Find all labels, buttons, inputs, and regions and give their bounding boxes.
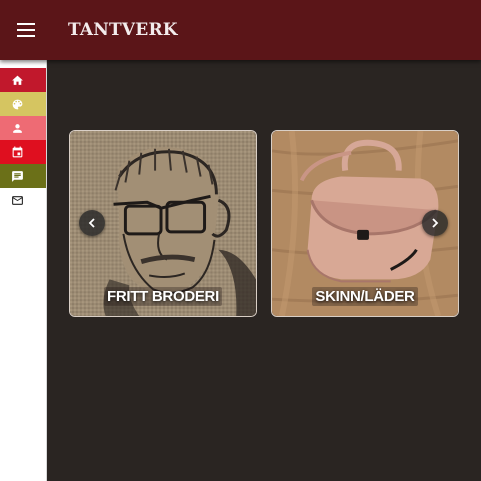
- mail-icon: [12, 195, 23, 205]
- app-bar: TANTVERK: [0, 0, 481, 60]
- palette-icon: [12, 99, 23, 109]
- carousel-prev-button[interactable]: [79, 210, 105, 236]
- nav-calendar[interactable]: [0, 140, 46, 164]
- app-title[interactable]: TANTVERK: [68, 20, 178, 40]
- chat-icon: [12, 170, 23, 182]
- hamburger-menu-icon: [17, 23, 35, 37]
- carousel-next-button[interactable]: [422, 210, 448, 236]
- card-label: FRITT BRODERI: [104, 287, 222, 306]
- nav-home[interactable]: [0, 68, 46, 92]
- nav-mail[interactable]: [0, 188, 46, 212]
- home-icon: [12, 75, 23, 85]
- card-label-wrap: SKINN/LÄDER: [272, 287, 458, 306]
- person-icon: [13, 123, 22, 133]
- chevron-right-icon: [432, 218, 439, 228]
- navigation-rail: [0, 60, 47, 481]
- nav-chat[interactable]: [0, 164, 46, 188]
- chevron-left-icon: [88, 218, 95, 228]
- nav-art[interactable]: [0, 92, 46, 116]
- card-label-wrap: FRITT BRODERI: [70, 287, 256, 306]
- card-label: SKINN/LÄDER: [312, 287, 418, 306]
- main-content: FRITT BRODERI SKINN/LÄDER: [47, 60, 481, 481]
- nav-person[interactable]: [0, 116, 46, 140]
- menu-button[interactable]: [0, 0, 52, 60]
- calendar-icon: [12, 146, 23, 157]
